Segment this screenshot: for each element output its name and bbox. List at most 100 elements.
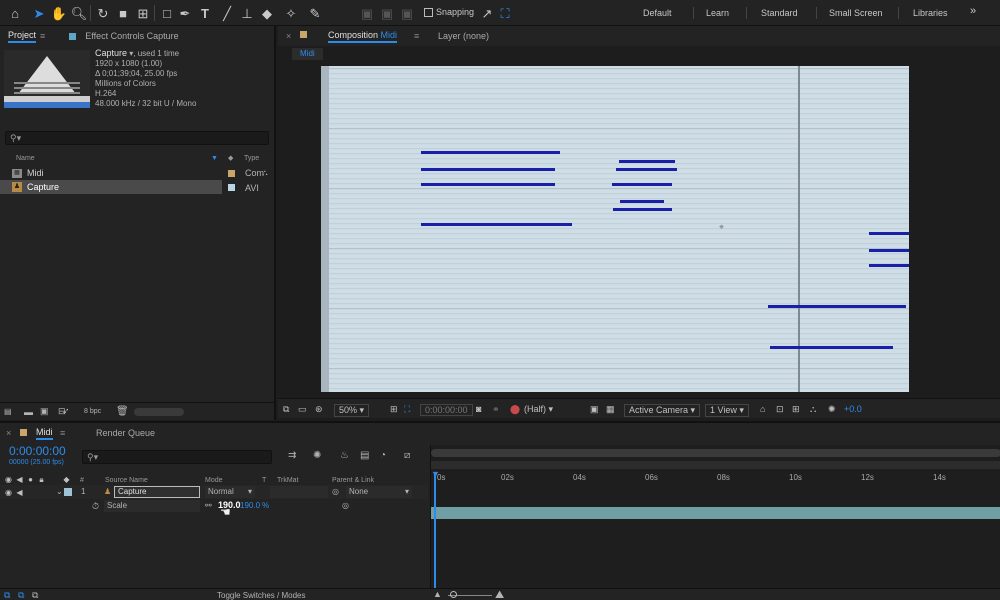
label-column-icon[interactable]: ◆: [228, 154, 233, 162]
layer-switches-icon[interactable]: ⧉: [4, 590, 10, 600]
blend-mode-select[interactable]: Normal ▾: [205, 486, 255, 498]
close-icon[interactable]: ×: [6, 428, 11, 438]
brush-tool-icon[interactable]: ╱: [218, 4, 236, 22]
column-type[interactable]: Type: [244, 155, 259, 162]
timeline-icon[interactable]: ⊞: [792, 404, 800, 415]
panel-menu-icon[interactable]: ≡: [40, 31, 45, 41]
label-color-swatch[interactable]: [228, 169, 235, 177]
timeline-current-time[interactable]: 0:00:00:00: [9, 444, 66, 458]
new-folder-icon[interactable]: ▬: [24, 407, 33, 417]
thumbnail-slider[interactable]: [134, 407, 184, 416]
selection-tool-icon[interactable]: ➤: [30, 4, 48, 22]
time-ruler[interactable]: 0s 02s 04s 06s 08s 10s 12s 14s: [431, 473, 1000, 485]
zoom-in-icon[interactable]: ⛰: [495, 589, 504, 600]
layer-row[interactable]: ◉ ◀ ⌄ 1 ♟ Capture Normal ▾ ◎ None ▾: [0, 485, 428, 499]
flowchart-icon[interactable]: ⛬: [810, 404, 816, 415]
column-name[interactable]: Name: [16, 155, 35, 162]
eye-icon[interactable]: ◉: [4, 488, 13, 497]
comp-mini-flowchart-icon[interactable]: ⇉: [288, 450, 296, 461]
world-axis-icon[interactable]: ▣: [378, 4, 396, 22]
column-parent-link[interactable]: Parent & Link: [332, 477, 374, 484]
interpret-footage-icon[interactable]: ▤: [4, 407, 12, 416]
region-of-interest-icon[interactable]: ⛶: [404, 404, 410, 415]
scale-y-value[interactable]: 190.0: [240, 501, 260, 510]
camera-tool-icon[interactable]: ■: [114, 4, 132, 22]
label-column-icon[interactable]: ◆: [62, 475, 71, 484]
layer-duration-bar[interactable]: [431, 507, 1000, 519]
layer-label-swatch[interactable]: [64, 488, 72, 496]
timeline-search-input[interactable]: ⚲▾: [82, 450, 272, 464]
pick-whip-icon[interactable]: ◎: [342, 501, 349, 510]
comp-canvas[interactable]: ⌖: [321, 66, 909, 392]
tab-effect-controls[interactable]: Effect Controls Capture: [85, 31, 178, 41]
current-time-field[interactable]: 0:00:00:00: [420, 404, 473, 416]
clone-stamp-tool-icon[interactable]: ⊥: [238, 4, 256, 22]
puppet-pin-tool-icon[interactable]: ✎: [306, 4, 324, 22]
tab-timeline-midi[interactable]: Midi: [36, 427, 53, 440]
home-icon[interactable]: ⌂: [6, 4, 24, 22]
workspace-standard[interactable]: Standard: [761, 8, 798, 18]
tab-composition[interactable]: Composition Midi: [328, 30, 398, 43]
pan-behind-tool-icon[interactable]: ⊞: [134, 4, 152, 22]
motion-blur-icon[interactable]: ◔: [380, 450, 386, 461]
draft-3d-icon[interactable]: ✺: [313, 450, 321, 461]
dynamic-link-icon[interactable]: ➶: [62, 406, 70, 417]
view-layout-select[interactable]: 1 View ▾: [705, 404, 749, 417]
trash-icon[interactable]: 🗑︎: [116, 406, 129, 417]
eraser-tool-icon[interactable]: ◆: [258, 4, 276, 22]
audio-switch-icon[interactable]: ◀: [15, 475, 24, 484]
snapshot-icon[interactable]: ◙: [476, 404, 481, 414]
timeline-graph-area[interactable]: 0s 02s 04s 06s 08s 10s 12s 14s ▼: [430, 445, 1000, 600]
roto-brush-tool-icon[interactable]: ✧: [282, 4, 300, 22]
show-snapshot-icon[interactable]: ⚭: [492, 404, 500, 415]
zoom-out-icon[interactable]: ▲: [433, 589, 442, 599]
sort-indicator-icon[interactable]: ▼: [211, 155, 218, 162]
local-axis-icon[interactable]: ▣: [358, 4, 376, 22]
layer-name-field[interactable]: Capture: [114, 486, 200, 498]
panel-menu-icon[interactable]: ≡: [414, 31, 419, 41]
toggle-switches-modes[interactable]: Toggle Switches / Modes: [217, 591, 306, 600]
tab-render-queue[interactable]: Render Queue: [96, 428, 155, 438]
resolution-select[interactable]: (Half) ▾: [524, 404, 553, 415]
bpc-label[interactable]: 8 bpc: [84, 408, 101, 415]
tab-layer[interactable]: Layer (none): [438, 31, 489, 41]
snapping-checkbox[interactable]: [424, 7, 433, 17]
reset-exposure-icon[interactable]: ⊡: [776, 404, 784, 415]
grid-icon[interactable]: ⊞: [390, 404, 398, 415]
exposure-icon[interactable]: ✺: [828, 404, 836, 415]
shy-layers-icon[interactable]: ♨: [340, 450, 349, 461]
project-item-midi[interactable]: ▦ Midi Com ⛬: [0, 166, 276, 180]
panel-menu-icon[interactable]: ≡: [60, 428, 65, 438]
new-composition-icon[interactable]: ▣: [40, 406, 49, 417]
column-t[interactable]: T: [262, 477, 266, 484]
playhead[interactable]: [434, 473, 436, 600]
exposure-value[interactable]: +0.0: [844, 404, 862, 414]
work-area-bar[interactable]: [431, 461, 1000, 469]
always-preview-icon[interactable]: ⧉: [283, 404, 289, 415]
zoom-tool-icon[interactable]: 🔍︎: [70, 4, 88, 22]
pick-whip-icon[interactable]: ◎: [332, 487, 339, 496]
tab-project[interactable]: Project: [8, 30, 37, 43]
expand-toggle-icon[interactable]: ⌄: [56, 487, 63, 496]
zoom-slider-handle[interactable]: [450, 591, 457, 598]
more-workspaces-icon[interactable]: »: [970, 5, 976, 17]
fast-previews-icon[interactable]: ▣: [590, 404, 599, 415]
rectangle-tool-icon[interactable]: □: [158, 4, 176, 22]
constrain-proportions-icon[interactable]: ⚯: [205, 501, 212, 510]
zoom-select[interactable]: 50% ▾: [334, 404, 370, 417]
toggle-mask-icon[interactable]: ⊛: [315, 404, 323, 415]
flowchart-icon[interactable]: ⛬: [262, 168, 268, 178]
snapping-toggle[interactable]: Snapping: [424, 7, 474, 17]
transparency-grid-icon[interactable]: ▦: [606, 404, 615, 415]
label-color-swatch[interactable]: [228, 184, 235, 191]
transfer-controls-icon[interactable]: ⧉: [18, 590, 24, 600]
rotation-tool-icon[interactable]: ↻: [94, 4, 112, 22]
frame-blending-icon[interactable]: ▤: [360, 450, 369, 461]
stopwatch-icon[interactable]: ⏱: [92, 501, 99, 512]
column-source-name[interactable]: Source Name: [105, 477, 148, 484]
parent-select[interactable]: None ▾: [346, 486, 412, 498]
snap-features-icon[interactable]: ⛶: [496, 4, 514, 22]
solo-switch-icon[interactable]: ●: [26, 475, 35, 484]
snap-options-icon[interactable]: ↗: [478, 4, 496, 22]
color-channel-icon[interactable]: ⬤: [510, 404, 520, 415]
